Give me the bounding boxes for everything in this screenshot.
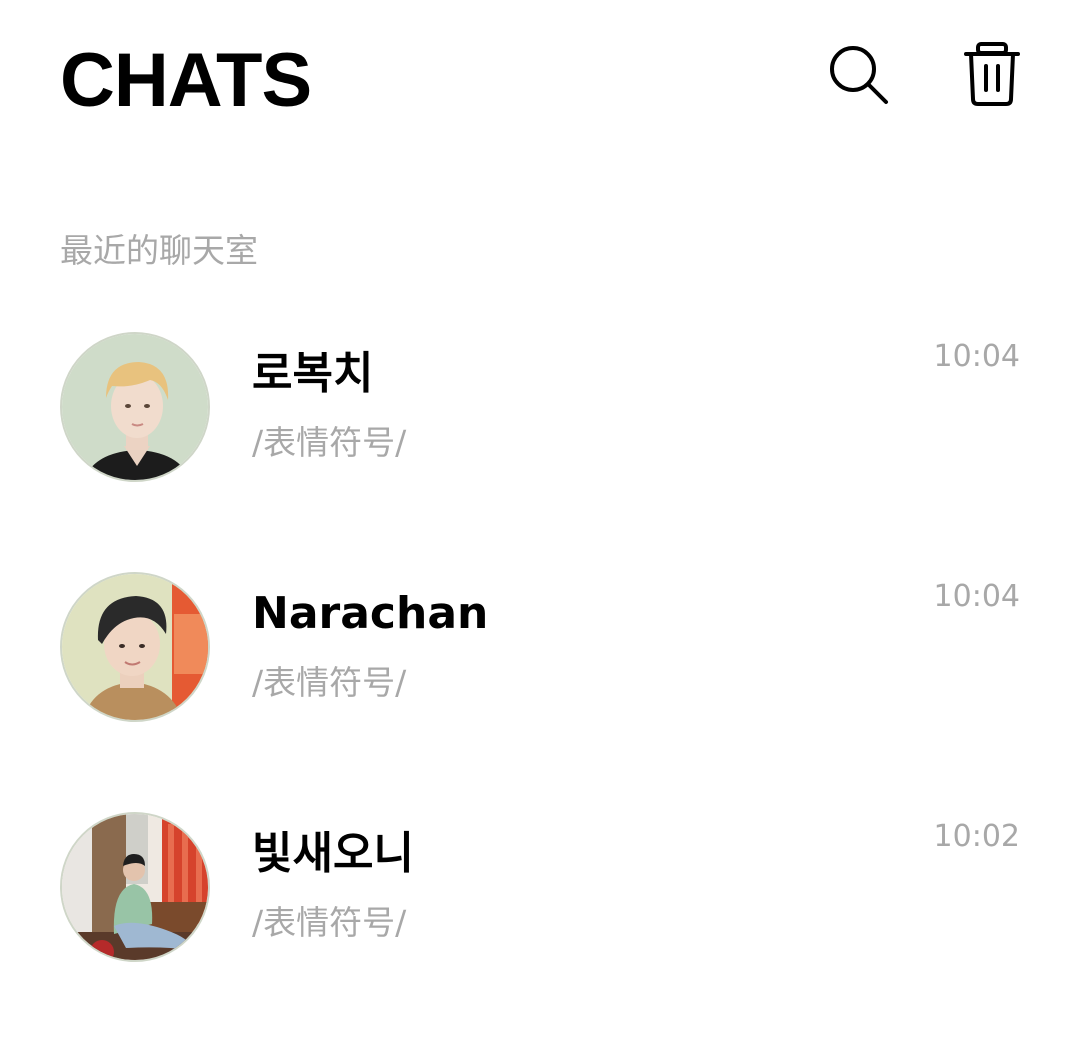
chats-screen: CHATS 最近的聊天室 로복치 /表情符号/ 10:04 Narachan /… [0, 0, 1080, 1046]
search-icon [826, 42, 890, 110]
chat-item[interactable]: 빛새오니 /表情符号/ 10:02 [0, 780, 1080, 1020]
chat-time: 10:04 [933, 339, 1020, 374]
chat-name: 빛새오니 [252, 828, 414, 879]
trash-icon [962, 41, 1022, 111]
chat-name: 로복치 [252, 348, 374, 399]
chat-item[interactable]: 로복치 /表情符号/ 10:04 [0, 300, 1080, 540]
chat-item[interactable]: Narachan /表情符号/ 10:04 [0, 540, 1080, 780]
avatar [60, 332, 210, 482]
header: CHATS [0, 0, 1080, 160]
delete-button[interactable] [956, 40, 1028, 112]
avatar [60, 812, 210, 962]
chat-preview: /表情符号/ [252, 903, 407, 942]
search-button[interactable] [822, 40, 894, 112]
chat-preview: /表情符号/ [252, 663, 407, 702]
avatar [60, 572, 210, 722]
page-title: CHATS [60, 38, 312, 123]
chat-time: 10:02 [933, 819, 1020, 854]
chat-time: 10:04 [933, 579, 1020, 614]
chat-name: Narachan [252, 588, 489, 639]
recent-chats-label: 最近的聊天室 [60, 231, 258, 270]
chat-preview: /表情符号/ [252, 423, 407, 462]
chat-list: 로복치 /表情符号/ 10:04 Narachan /表情符号/ 10:04 빛… [0, 300, 1080, 1020]
